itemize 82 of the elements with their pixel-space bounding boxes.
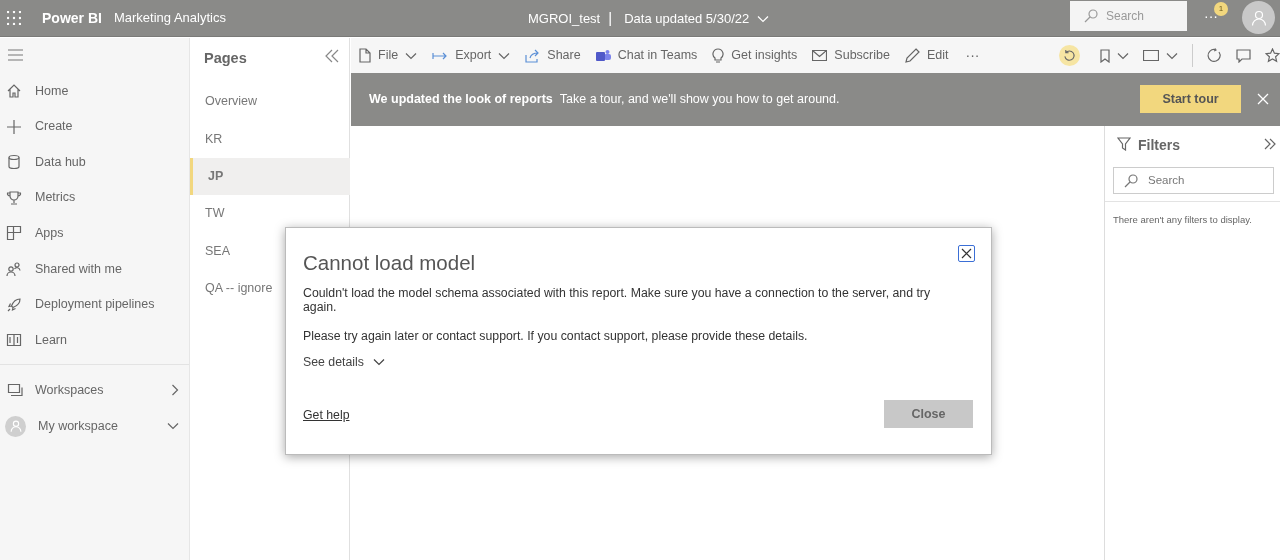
bookmark-icon — [1100, 48, 1110, 63]
caret-icon — [498, 51, 511, 60]
chevron-down-icon — [167, 422, 179, 430]
nav-item[interactable]: Deployment pipelines — [6, 289, 155, 320]
bookmark-button[interactable] — [1100, 48, 1129, 63]
nav-item[interactable]: My workspace — [7, 411, 179, 441]
nav-item[interactable]: Home — [6, 76, 69, 106]
dialog-message: Please try again later or contact support. If you contact support, please provide these details. — [303, 328, 808, 345]
chevron-right-icon — [171, 384, 179, 396]
book-icon — [6, 332, 22, 349]
view-icon — [1143, 50, 1159, 61]
workspaces-icon — [7, 382, 23, 398]
toolbar-button[interactable]: Subscribe — [812, 46, 890, 65]
caret-icon — [372, 358, 385, 367]
search-icon — [1124, 173, 1138, 188]
app-name: Power BI — [42, 8, 102, 28]
search-field[interactable]: Search — [1113, 167, 1274, 194]
nav-item[interactable]: Apps — [6, 218, 64, 249]
panel-title: Pages — [204, 49, 247, 68]
share-icon — [525, 48, 541, 63]
nav-item[interactable]: Create — [6, 111, 73, 142]
avatar-icon[interactable] — [1242, 1, 1275, 34]
pencil-icon — [904, 48, 920, 63]
nav-item[interactable]: Workspaces — [7, 375, 179, 405]
rocket-icon — [6, 296, 22, 313]
people-icon — [6, 261, 22, 277]
start-tour-button[interactable]: Start tour — [1140, 85, 1241, 113]
star-icon — [1265, 48, 1280, 63]
caret-icon — [1166, 51, 1178, 60]
toolbar-button[interactable]: Share — [525, 46, 581, 65]
nav-item[interactable]: Metrics — [6, 182, 76, 213]
nav-item[interactable]: Learn — [6, 325, 67, 356]
view-button[interactable] — [1143, 50, 1178, 61]
expand-icon — [1264, 138, 1276, 150]
toolbar-button[interactable]: File — [359, 46, 418, 65]
export-icon — [432, 50, 449, 61]
dialog-title: Cannot load model — [303, 250, 476, 276]
caret-icon — [757, 14, 770, 23]
toolbar-button[interactable]: Edit — [904, 46, 949, 65]
notification-badge: 1 — [1214, 2, 1228, 16]
toolbar-button[interactable]: Get insights — [712, 46, 798, 65]
mail-icon — [812, 50, 828, 61]
search-icon — [1084, 9, 1098, 23]
collapse-icon — [324, 49, 340, 63]
apps-icon — [6, 225, 22, 242]
caret-icon — [405, 51, 418, 60]
file-icon — [359, 48, 371, 63]
lightbulb-icon — [712, 47, 725, 64]
close-button[interactable] — [958, 245, 975, 262]
empty-message: There aren't any filters to display. — [1113, 213, 1252, 227]
banner-text: Take a tour, and we'll show you how to get around. — [559, 91, 840, 109]
page-tab[interactable]: KR — [190, 120, 350, 158]
nav-item[interactable]: Data hub — [6, 147, 86, 178]
page-tab[interactable]: Overview — [190, 83, 350, 120]
see-details-button[interactable]: See details — [303, 353, 385, 372]
get-help-link[interactable]: Get help — [303, 406, 350, 425]
toolbar-button[interactable]: Chat in Teams — [595, 46, 698, 65]
panel-title: Filters — [1138, 136, 1180, 155]
nav-item[interactable]: Shared with me — [6, 254, 122, 284]
filter-icon — [1117, 137, 1131, 151]
plus-icon — [6, 118, 22, 135]
comment-icon — [1236, 48, 1251, 63]
avatar-icon — [5, 415, 26, 437]
banner-title: We updated the look of reports — [369, 91, 553, 109]
separator: | — [608, 8, 613, 29]
database-icon — [6, 154, 22, 171]
teams-icon — [595, 48, 611, 63]
data-updated-button[interactable]: Data updated 5/30/22 — [624, 8, 770, 29]
toolbar-button[interactable]: Export — [432, 46, 511, 65]
trophy-icon — [6, 189, 22, 206]
refresh-icon — [1207, 48, 1222, 63]
home-icon — [6, 83, 22, 99]
workspace-name: Marketing Analytics — [113, 9, 226, 28]
page-tab[interactable]: JP — [190, 157, 350, 195]
report-name: MGROI_test — [528, 9, 601, 28]
caret-icon — [1117, 51, 1129, 60]
reset-icon[interactable] — [1059, 45, 1080, 66]
page-tab[interactable]: TW — [190, 195, 350, 233]
close-dialog-button[interactable]: Close — [884, 400, 973, 428]
close-icon[interactable] — [1257, 93, 1269, 105]
more-button[interactable]: ··· — [965, 45, 980, 66]
dialog-message: Couldn't load the model schema associated with this report. Make sure you have a connection to the server, and try again. — [303, 286, 932, 314]
